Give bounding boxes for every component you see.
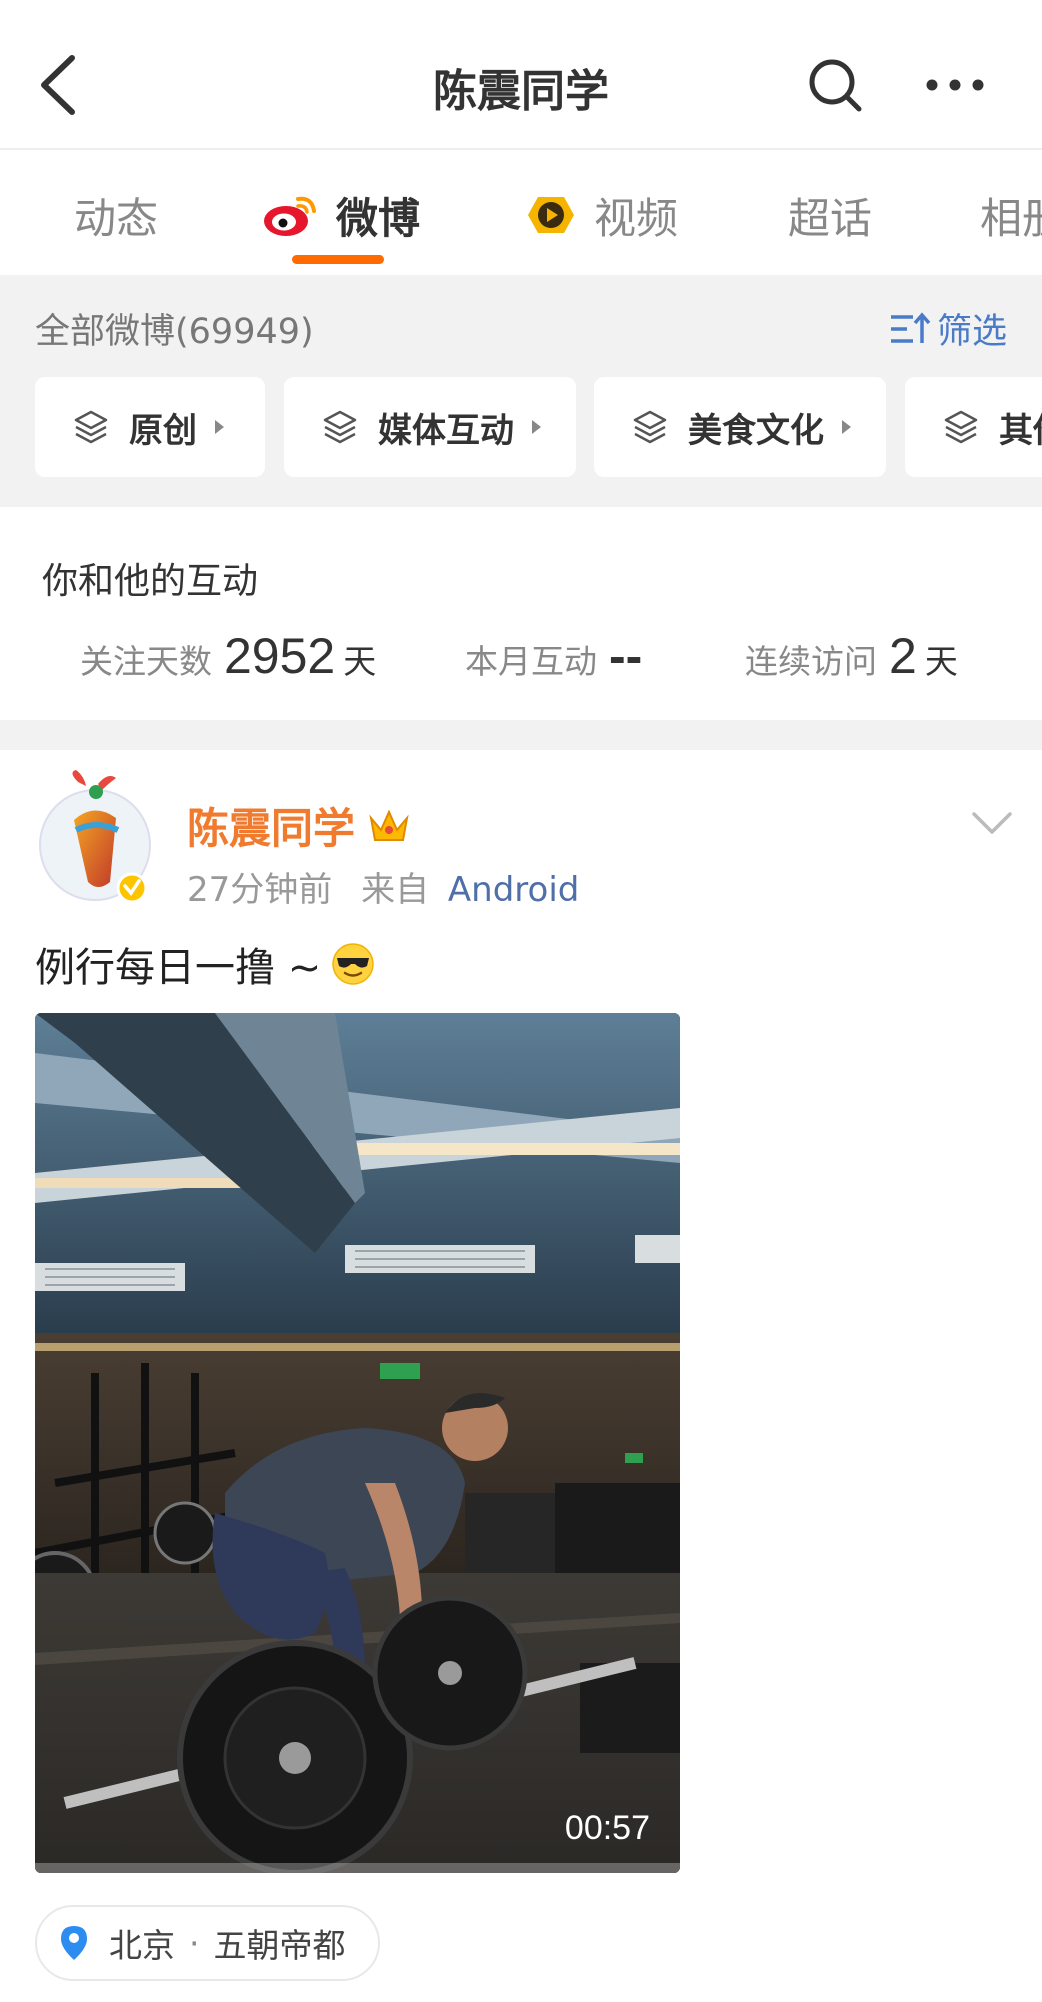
chip-arrow-icon (532, 420, 541, 434)
location-pin-icon (61, 1926, 87, 1960)
crown-badge-icon (369, 809, 409, 841)
stat-label: 关注天数 (80, 642, 212, 681)
active-tab-indicator (292, 255, 384, 264)
more-options-icon[interactable] (920, 55, 990, 115)
layers-icon (323, 410, 357, 444)
post-author[interactable]: 陈震同学 (187, 795, 411, 856)
chip-label: 美食文化 (688, 410, 824, 451)
video-player[interactable]: 00:57 (35, 1013, 680, 1873)
stat-unit: 天 (343, 642, 377, 681)
tab-label: 相册 (980, 193, 1042, 243)
chip-label: 其他 (999, 410, 1042, 451)
chip-arrow-icon (842, 420, 851, 434)
chip-food-culture[interactable]: 美食文化 (594, 377, 886, 477)
stat-month-interaction: 本月互动 -- (465, 627, 642, 685)
chip-label: 原创 (129, 410, 197, 451)
video-logo-icon (528, 197, 574, 233)
location-tag[interactable]: 北京 · 五朝帝都 (35, 1905, 380, 1981)
location-city: 北京 (109, 1926, 175, 1965)
tab-label: 微博 (336, 193, 421, 243)
tab-label: 超话 (788, 193, 873, 243)
tab-album[interactable]: 相册 (980, 185, 1042, 245)
location-name: 五朝帝都 (213, 1926, 346, 1965)
tab-label: 视频 (594, 193, 679, 243)
layers-icon (944, 410, 978, 444)
tab-weibo[interactable]: 微博 (262, 185, 420, 245)
post-time: 27分钟前 (187, 870, 333, 910)
stat-label: 连续访问 (745, 642, 877, 681)
filter-section: 全部微博(69949) 筛选 原创 媒体互动 美食文化 其 (0, 275, 1042, 507)
stat-label: 本月互动 (465, 642, 597, 681)
location-separator: · (189, 1923, 200, 1963)
chip-media-interaction[interactable]: 媒体互动 (284, 377, 576, 477)
chip-other[interactable]: 其他 (905, 377, 1042, 477)
post-meta: 27分钟前 来自 Android (187, 862, 579, 911)
post-card: 陈震同学 27分钟前 来自 Android 例行每日一撸 ~ 00:57 北京 … (0, 750, 1042, 2002)
tab-label: 动态 (74, 193, 159, 243)
stat-follow-days: 关注天数 2952 天 (80, 627, 376, 685)
weibo-logo-icon (264, 196, 316, 236)
post-text: 例行每日一撸 ~ (35, 945, 322, 991)
stat-value: 2 (889, 628, 917, 684)
video-duration: 00:57 (564, 1809, 650, 1847)
chip-arrow-icon (215, 420, 224, 434)
filter-label: 筛选 (936, 312, 1007, 352)
page-title: 陈震同学 (433, 66, 609, 117)
interaction-panel: 你和他的互动 关注天数 2952 天 本月互动 -- 连续访问 2 天 (0, 507, 1042, 720)
from-label: 来自 (361, 870, 430, 910)
profile-tabs: 动态 微博 视频 超话 相册 (0, 150, 1042, 275)
video-thumbnail (35, 1013, 680, 1873)
top-bar: 陈震同学 (0, 0, 1042, 150)
layers-icon (74, 410, 108, 444)
avatar[interactable] (38, 770, 153, 905)
stat-value: 2952 (224, 628, 336, 684)
chevron-down-icon[interactable] (970, 808, 1014, 838)
all-weibo-count: 全部微博(69949) (35, 312, 314, 352)
stat-consecutive-visits: 连续访问 2 天 (745, 627, 958, 685)
section-divider (0, 720, 1042, 750)
search-icon[interactable] (805, 55, 865, 115)
layers-icon (633, 410, 667, 444)
filter-button[interactable]: 筛选 (889, 303, 1007, 354)
stat-unit: 天 (924, 642, 958, 681)
stat-value: -- (609, 628, 643, 684)
tab-dynamic[interactable]: 动态 (74, 185, 158, 245)
post-content: 例行每日一撸 ~ (35, 935, 375, 993)
tab-video[interactable]: 视频 (522, 185, 678, 245)
post-source[interactable]: Android (448, 870, 579, 910)
author-name: 陈震同学 (187, 804, 356, 853)
interaction-title: 你和他的互动 (42, 561, 259, 602)
chip-label: 媒体互动 (378, 410, 514, 451)
filter-sort-icon (890, 311, 931, 343)
chip-original[interactable]: 原创 (35, 377, 265, 477)
sunglasses-emoji-icon (332, 943, 374, 985)
tab-supertopic[interactable]: 超话 (788, 185, 872, 245)
